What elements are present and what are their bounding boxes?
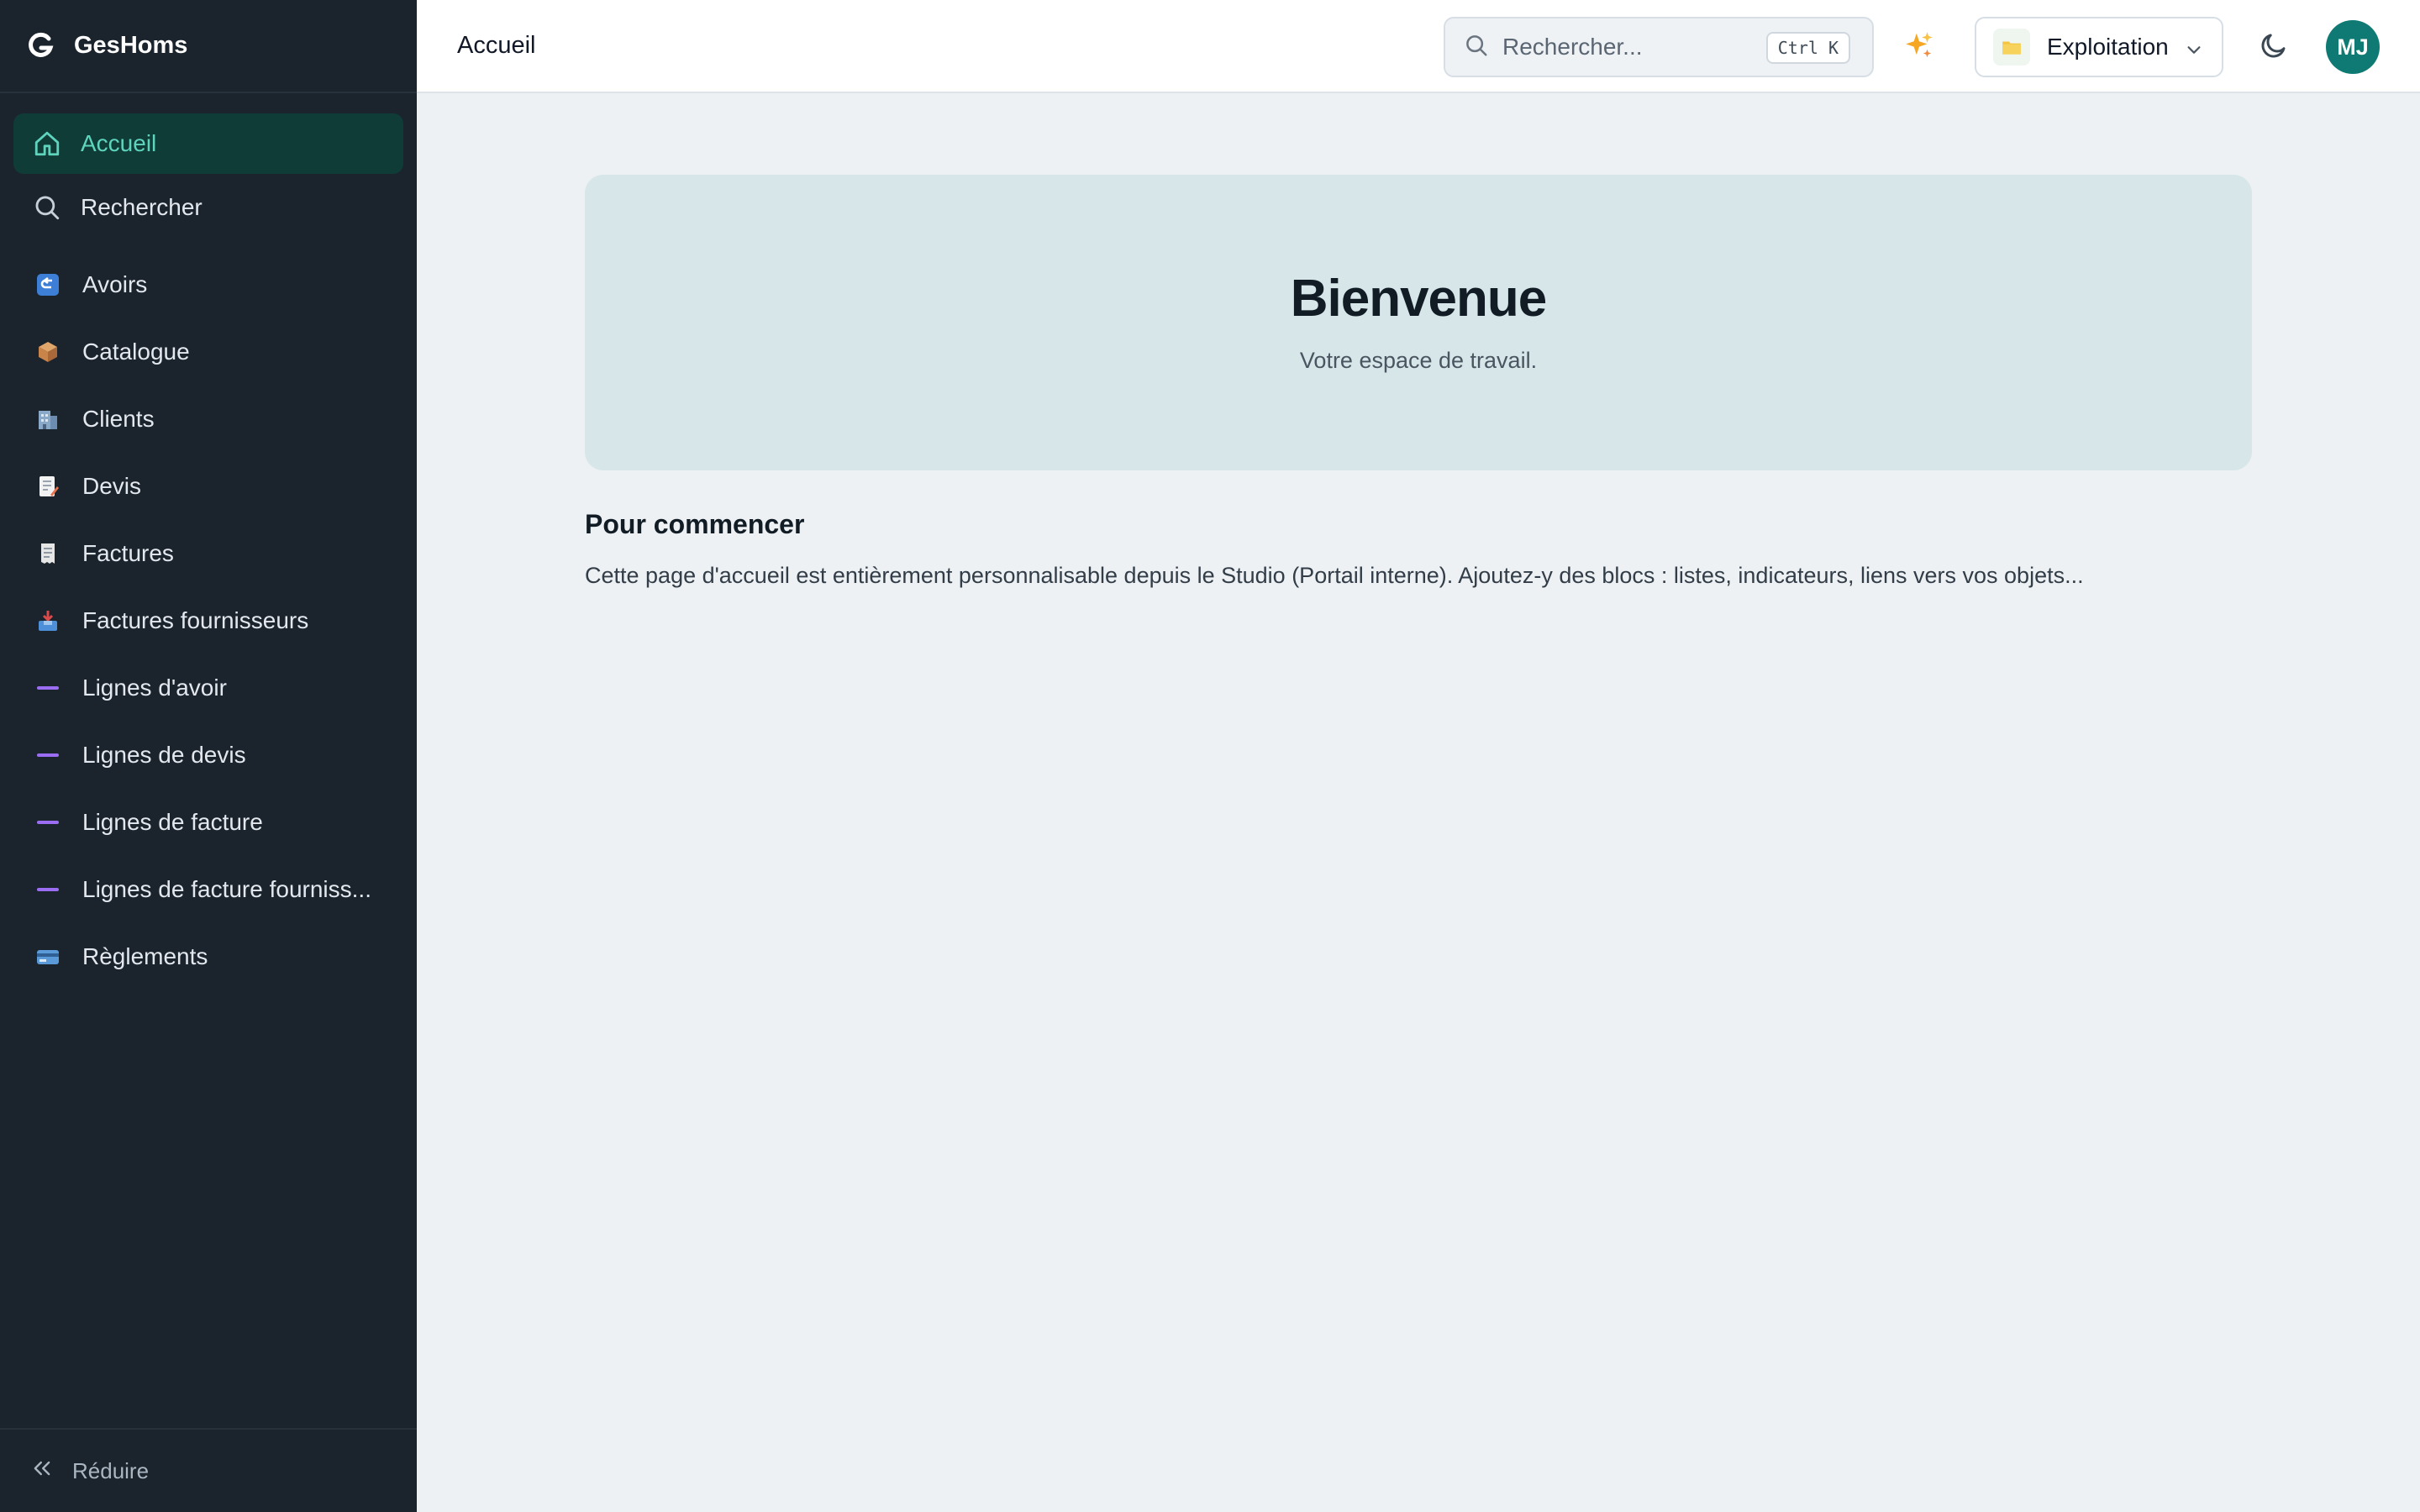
workspace-label: Exploitation bbox=[2047, 34, 2169, 60]
brand-logo-icon bbox=[25, 31, 55, 61]
sidebar-item-label: Règlements bbox=[82, 943, 208, 969]
sidebar-item-lignes-facture-fournisseurs[interactable]: Lignes de facture fourniss... bbox=[13, 856, 403, 923]
search-placeholder: Rechercher... bbox=[1502, 34, 1643, 60]
sparkles-icon bbox=[1903, 29, 1935, 66]
app-name: GesHoms bbox=[74, 32, 188, 59]
brand[interactable]: GesHoms bbox=[0, 0, 417, 93]
package-icon bbox=[35, 339, 60, 365]
getting-started-text: Cette page d'accueil est entièrement per… bbox=[585, 563, 2084, 588]
collapse-sidebar-button[interactable]: Réduire bbox=[0, 1428, 417, 1512]
building-icon bbox=[35, 407, 60, 432]
welcome-banner: Bienvenue Votre espace de travail. bbox=[585, 175, 2252, 470]
dash-line-icon bbox=[35, 675, 60, 701]
dash-line-icon bbox=[35, 743, 60, 768]
search-icon bbox=[32, 192, 62, 223]
sidebar-item-factures[interactable]: Factures bbox=[13, 520, 403, 587]
receipt-icon bbox=[35, 541, 60, 566]
sidebar-item-avoirs[interactable]: Avoirs bbox=[13, 251, 403, 318]
sidebar-item-label: Lignes de facture bbox=[82, 809, 263, 835]
welcome-subtitle: Votre espace de travail. bbox=[1299, 348, 1538, 373]
memo-icon bbox=[35, 474, 60, 499]
inbox-tray-icon bbox=[35, 608, 60, 633]
sidebar-item-lignes-avoir[interactable]: Lignes d'avoir bbox=[13, 654, 403, 722]
sidebar-item-devis[interactable]: Devis bbox=[13, 453, 403, 520]
sidebar-object-list: Avoirs Catalogue Clients Devis Factures … bbox=[0, 241, 417, 990]
dash-line-icon bbox=[35, 877, 60, 902]
double-chevron-left-icon bbox=[30, 1457, 54, 1486]
sidebar-item-reglements[interactable]: Règlements bbox=[13, 923, 403, 990]
moon-icon bbox=[2259, 30, 2289, 65]
sidebar-item-rechercher[interactable]: Rechercher bbox=[13, 177, 403, 238]
sidebar-item-lignes-devis[interactable]: Lignes de devis bbox=[13, 722, 403, 789]
page-title: Accueil bbox=[457, 32, 536, 59]
return-arrow-icon bbox=[35, 272, 60, 297]
sidebar-item-label: Lignes de facture fourniss... bbox=[82, 876, 371, 902]
dash-line-icon bbox=[35, 810, 60, 835]
sidebar-item-label: Lignes d'avoir bbox=[82, 675, 227, 701]
sidebar-main-nav: Accueil Rechercher bbox=[0, 93, 417, 238]
global-search-input[interactable]: Rechercher... Ctrl K bbox=[1444, 17, 1874, 77]
sidebar-item-label: Rechercher bbox=[81, 194, 203, 220]
sidebar-item-clients[interactable]: Clients bbox=[13, 386, 403, 453]
workspace-selector[interactable]: Exploitation bbox=[1975, 17, 2223, 77]
sidebar-item-lignes-facture[interactable]: Lignes de facture bbox=[13, 789, 403, 856]
welcome-title: Bienvenue bbox=[1290, 270, 1548, 328]
ai-assistant-button[interactable] bbox=[1901, 29, 1938, 66]
sidebar-item-catalogue[interactable]: Catalogue bbox=[13, 318, 403, 386]
search-shortcut-badge: Ctrl K bbox=[1765, 32, 1850, 64]
folder-icon bbox=[1993, 29, 2030, 66]
sidebar-item-label: Accueil bbox=[81, 130, 157, 156]
user-avatar[interactable]: MJ bbox=[2326, 20, 2380, 74]
sidebar-item-accueil[interactable]: Accueil bbox=[13, 113, 403, 174]
sidebar-item-factures-fournisseurs[interactable]: Factures fournisseurs bbox=[13, 587, 403, 654]
sidebar: GesHoms Accueil Rechercher Avoirs Catalo… bbox=[0, 0, 417, 1512]
dark-mode-toggle[interactable] bbox=[2255, 29, 2292, 66]
sidebar-item-label: Factures bbox=[82, 540, 174, 566]
home-icon bbox=[32, 129, 62, 159]
credit-card-icon bbox=[35, 944, 60, 969]
sidebar-item-label: Devis bbox=[82, 473, 142, 499]
sidebar-item-label: Catalogue bbox=[82, 339, 190, 365]
sidebar-item-label: Lignes de devis bbox=[82, 742, 246, 768]
search-icon bbox=[1464, 33, 1489, 62]
sidebar-item-label: Factures fournisseurs bbox=[82, 607, 309, 633]
chevron-down-icon bbox=[2185, 40, 2203, 59]
sidebar-item-label: Avoirs bbox=[82, 271, 148, 297]
sidebar-item-label: Clients bbox=[82, 406, 155, 432]
getting-started-title: Pour commencer bbox=[585, 509, 805, 539]
collapse-sidebar-label: Réduire bbox=[72, 1457, 150, 1483]
top-header: Accueil Rechercher... Ctrl K Exploitatio… bbox=[417, 0, 2420, 93]
